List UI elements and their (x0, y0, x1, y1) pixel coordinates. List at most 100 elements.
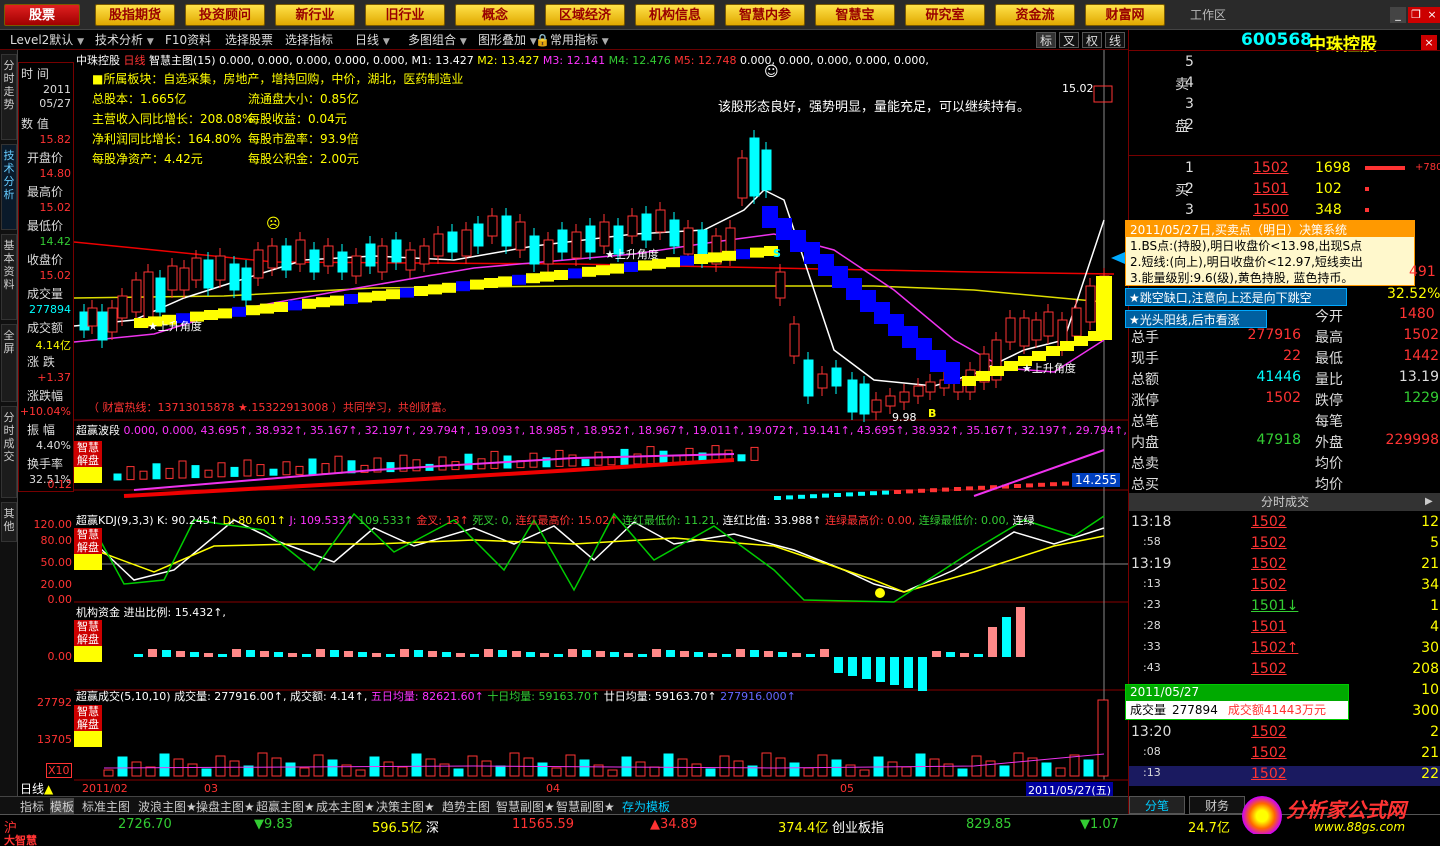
level2-select[interactable]: Level2默认 ▼ (10, 32, 84, 48)
volume-bar (131, 761, 142, 777)
tick-price: 1502 (1251, 577, 1287, 593)
template-tab-8[interactable]: 趋势主图 (442, 798, 490, 815)
quote-panel: 600568 中珠控股 × 卖盘 5 4 3 2 买 1 1502 1698 +780 2 1501 102 3… (1111, 30, 1440, 820)
template-tab-1[interactable]: 模板 (50, 798, 75, 815)
stat-label-2: 均价 (1315, 477, 1343, 493)
sub2-header: 超赢KDJ(9,3,3) K: 90.245↑ D: 80.601↑ J: 10… (76, 512, 1034, 528)
smile-icon: ☺ (764, 64, 779, 80)
chart-tab-1[interactable]: 叉 (1059, 32, 1079, 48)
band-bar-2 (966, 486, 973, 491)
bid-change: +780 (1415, 162, 1440, 173)
popup-line: 2.短线:(向上),明日收盘价<12.97,短线卖出 (1130, 255, 1363, 269)
menu-item-5[interactable]: 概念 (455, 4, 535, 26)
close-icon[interactable]: × (1424, 7, 1440, 23)
volume-bar (649, 766, 660, 777)
energy-block (302, 298, 316, 309)
ask-level: 5 (1185, 54, 1194, 70)
candlestick (683, 227, 694, 255)
level2-label: Level2默认 (10, 33, 74, 47)
volume-bar (985, 760, 996, 777)
candlestick (775, 271, 786, 299)
candlestick (1005, 317, 1016, 343)
close-icon[interactable]: × (1421, 35, 1437, 51)
daily-select[interactable]: 日线 ▼ (355, 32, 390, 48)
volume-bar (495, 765, 506, 777)
fund-bar (400, 649, 409, 657)
energy-block (260, 303, 274, 314)
menu-item-1[interactable]: 股指期货 (95, 4, 175, 26)
bid-price[interactable]: 1502 (1253, 160, 1289, 176)
workarea-label[interactable]: 工作区 (1190, 6, 1226, 23)
template-tab-5[interactable]: 超赢主图★ (256, 798, 315, 815)
play-icon[interactable]: ▶ (1425, 496, 1433, 507)
template-tab-10[interactable]: 智慧副图★ (556, 798, 615, 815)
menu-item-10[interactable]: 研究室 (905, 4, 985, 26)
template-tab-9[interactable]: 智慧副图★ (496, 798, 555, 815)
left-tab-0[interactable]: 分时走势 (1, 54, 17, 140)
select-indicator-button[interactable]: 选择指标 (285, 32, 333, 48)
energy-block-blue (832, 266, 848, 288)
menu-item-0[interactable]: 股票 (4, 4, 80, 26)
bid-bar (1365, 187, 1369, 191)
restore-icon[interactable]: ❐ (1408, 7, 1424, 23)
fund-bar (218, 654, 227, 657)
template-tab-3[interactable]: 波浪主图★ (138, 798, 197, 815)
menu-item-4[interactable]: 旧行业 (365, 4, 445, 26)
fund-bar (624, 653, 633, 657)
ai-comment: 该股形态良好，强势明显，量能充足，可以继续持有。 (718, 100, 1031, 115)
energy-block (1004, 361, 1018, 371)
chart-tab-0[interactable]: 标 (1036, 32, 1056, 48)
overlay-select[interactable]: 图形叠加 ▼ (478, 32, 537, 48)
menu-item-6[interactable]: 区域经济 (545, 4, 625, 26)
candlestick (627, 215, 638, 237)
template-tab-7[interactable]: 决策主图★ (376, 798, 435, 815)
candlestick (229, 263, 240, 291)
candlestick (1043, 311, 1054, 337)
common-label: 常用指标 (549, 33, 598, 47)
tech-analysis-select[interactable]: 技术分析 ▼ (95, 32, 154, 48)
tab-ticks[interactable]: 分笔 (1129, 796, 1185, 814)
f10-button[interactable]: F10资料 (165, 32, 211, 48)
menu-item-12[interactable]: 财富网 (1085, 4, 1165, 26)
left-tab-4[interactable]: 分时成交 (1, 406, 17, 498)
volume-bar (719, 755, 730, 777)
template-tab-6[interactable]: 成本主图★ (316, 798, 375, 815)
band-bar (269, 468, 278, 476)
energy-block-blue (846, 278, 862, 300)
left-tab-5[interactable]: 其他 (1, 502, 17, 542)
minimize-icon[interactable]: _ (1390, 7, 1406, 23)
multi-chart-select[interactable]: 多图组合 ▼ (408, 32, 467, 48)
menu-item-11[interactable]: 资金流 (995, 4, 1075, 26)
left-tab-2[interactable]: 基本资料 (1, 234, 17, 320)
menu-item-3[interactable]: 新行业 (275, 4, 355, 26)
template-tab-4[interactable]: 操盘主图★ (196, 798, 255, 815)
candlestick (167, 265, 178, 291)
lock-icon: 🔒 (535, 33, 550, 47)
chart-tab-3[interactable]: 线 (1105, 32, 1125, 48)
menu-item-2[interactable]: 投资顾问 (185, 4, 265, 26)
x10-label[interactable]: X10 (46, 763, 72, 778)
menu-item-8[interactable]: 智慧内参 (725, 4, 805, 26)
candlestick (253, 249, 264, 279)
kdj-smile-icon (875, 588, 885, 598)
candlestick (487, 215, 498, 237)
bid-price[interactable]: 1500 (1253, 202, 1289, 218)
energy-block (624, 262, 638, 272)
chart-tab-2[interactable]: 权 (1082, 32, 1102, 48)
left-tab-1[interactable]: 技术分析 (1, 144, 17, 230)
template-tab-0[interactable]: 指标 (20, 798, 44, 815)
bid-price[interactable]: 1501 (1253, 181, 1289, 197)
band-bar (594, 451, 603, 466)
left-tab-3[interactable]: 全屏 (1, 324, 17, 402)
stat-value: 22 (1283, 348, 1301, 364)
common-indicator-select[interactable]: 🔒常用指标 ▼ (535, 32, 609, 48)
stat-value: 1502 (1265, 390, 1301, 406)
menu-item-7[interactable]: 机构信息 (635, 4, 715, 26)
candlestick (405, 249, 416, 271)
template-tab-11[interactable]: 存为模板 (622, 798, 670, 815)
select-stock-button[interactable]: 选择股票 (225, 32, 273, 48)
template-tab-2[interactable]: 标准主图 (82, 798, 130, 815)
stat-value-2: 1229 (1403, 390, 1439, 406)
dayline-label[interactable]: 日线▲ (20, 780, 53, 797)
menu-item-9[interactable]: 智慧宝 (815, 4, 895, 26)
